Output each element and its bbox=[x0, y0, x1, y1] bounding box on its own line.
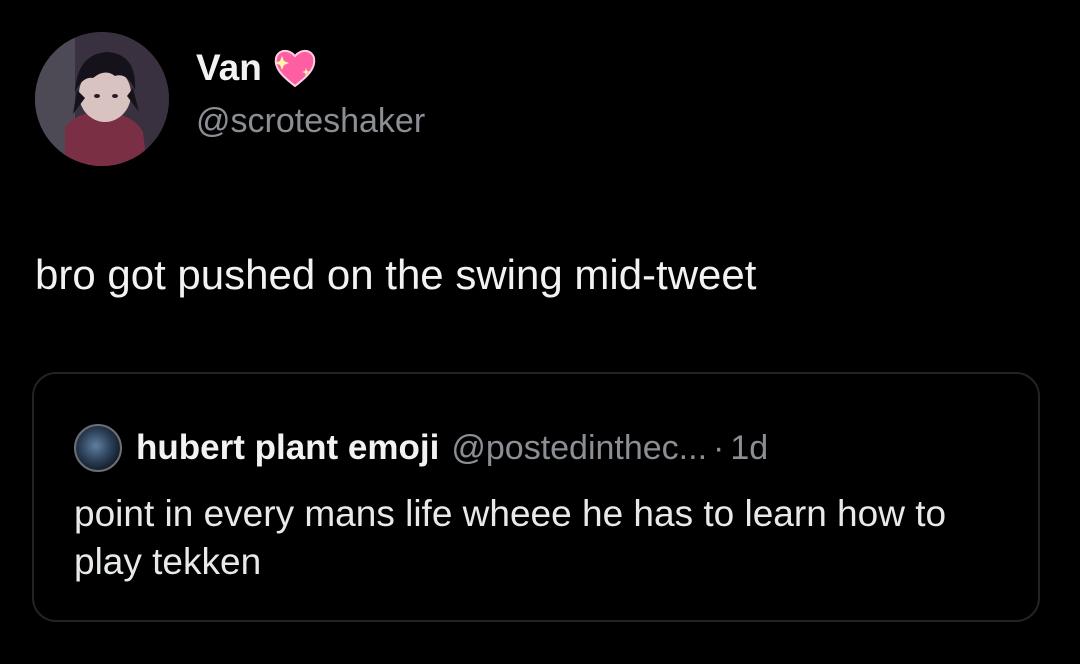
quoted-timestamp[interactable]: 1d bbox=[730, 429, 768, 468]
avatar[interactable] bbox=[35, 32, 169, 166]
quoted-tweet-text: point in every mans life wheee he has to… bbox=[74, 493, 947, 583]
tweet-card: Van @scroteshaker bro got pushed on the … bbox=[0, 0, 1080, 664]
sparkling-heart-icon bbox=[272, 46, 318, 88]
quoted-handle[interactable]: @postedinthec... bbox=[451, 429, 707, 468]
separator-dot: · bbox=[713, 428, 725, 467]
user-handle[interactable]: @scroteshaker bbox=[196, 104, 425, 138]
display-name-row[interactable]: Van bbox=[196, 46, 318, 88]
avatar-image bbox=[35, 32, 169, 166]
quoted-display-name[interactable]: hubert plant emoji bbox=[136, 428, 439, 468]
tweet-text: bro got pushed on the swing mid-tweet bbox=[35, 251, 757, 298]
quoted-tweet[interactable]: hubert plant emoji @postedinthec... · 1d… bbox=[32, 372, 1040, 622]
quoted-avatar[interactable] bbox=[74, 424, 122, 472]
quoted-tweet-header: hubert plant emoji @postedinthec... · 1d bbox=[74, 424, 768, 472]
display-name[interactable]: Van bbox=[196, 49, 262, 86]
